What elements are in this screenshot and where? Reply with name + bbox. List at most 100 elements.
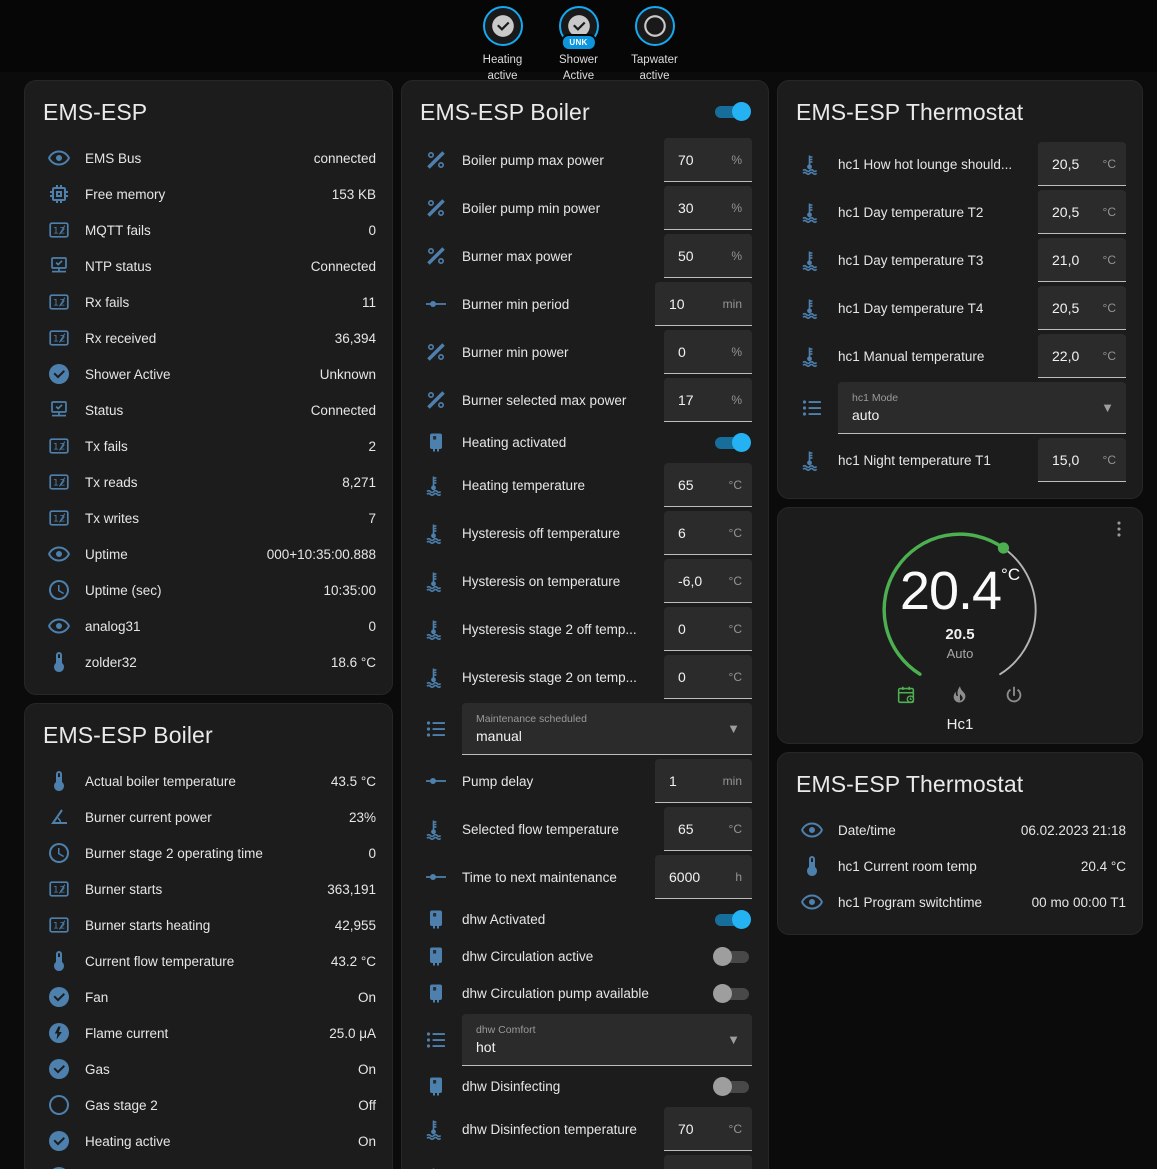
number-input[interactable]: 70%	[664, 138, 752, 182]
boiler-icon	[424, 945, 448, 969]
entity-row[interactable]: hc1 Program switchtime00 mo 00:00 T1	[794, 884, 1126, 920]
network-icon	[47, 254, 71, 278]
number-input[interactable]: 1min	[655, 759, 752, 803]
toggle-switch[interactable]	[712, 983, 752, 1004]
select-input[interactable]: Maintenance scheduledmanual▼	[462, 703, 752, 755]
column-right: EMS-ESP Thermostat hc1 How hot lounge sh…	[777, 80, 1143, 935]
entity-row[interactable]: Heating activeOn	[41, 1123, 376, 1159]
entity-row[interactable]: Gas stage 2Off	[41, 1087, 376, 1123]
select-label: hc1 Mode	[852, 392, 1101, 404]
current-temperature: 20.4°C	[900, 564, 1020, 618]
number-input[interactable]: 6000h	[655, 855, 752, 899]
number-input[interactable]: 10min	[655, 282, 752, 326]
svg-text:2: 2	[60, 922, 66, 932]
eye-icon	[800, 818, 824, 842]
entity-value: Off	[358, 1098, 376, 1113]
card-header-toggle[interactable]	[712, 101, 752, 122]
badge-tapwater-active[interactable]: Tapwateractive	[622, 6, 688, 84]
entity-row[interactable]: Actual boiler temperature43.5 °C	[41, 763, 376, 799]
coolant-icon	[424, 473, 448, 497]
slider-icon	[424, 769, 448, 793]
coolant-icon	[800, 152, 824, 176]
entity-row[interactable]: EMS Busconnected	[41, 140, 376, 176]
toggle-switch[interactable]	[712, 432, 752, 453]
entity-row: Burner max power50%	[418, 232, 752, 280]
number-input[interactable]: 17%	[664, 378, 752, 422]
coolant-icon	[800, 448, 824, 472]
entity-row: Heating activated	[418, 424, 752, 461]
number-input[interactable]: 30%	[664, 186, 752, 230]
entity-row[interactable]: 12Rx received36,394	[41, 320, 376, 356]
entity-row[interactable]: 12Tx reads8,271	[41, 464, 376, 500]
entity-row[interactable]: Burner current power23%	[41, 799, 376, 835]
number-input[interactable]: 0%	[664, 330, 752, 374]
number-input[interactable]: 20,5°C	[1038, 142, 1126, 186]
coolant-icon	[424, 617, 448, 641]
toggle-switch[interactable]	[712, 946, 752, 967]
select-value: manual	[476, 728, 727, 744]
select-input[interactable]: dhw Comforthot▼	[462, 1014, 752, 1066]
entity-value: 0	[368, 223, 376, 238]
boiler-icon	[424, 431, 448, 455]
counter-icon: 12	[47, 470, 71, 494]
entity-row[interactable]: hc1 Current room temp20.4 °C	[794, 848, 1126, 884]
entity-row[interactable]: GasOn	[41, 1051, 376, 1087]
toggle-switch[interactable]	[712, 1076, 752, 1097]
entity-row[interactable]: Date/time06.02.2023 21:18	[794, 812, 1126, 848]
entity-row[interactable]: Current flow temperature43.2 °C	[41, 943, 376, 979]
number-value: 65	[678, 477, 694, 493]
card-title: EMS-ESP Boiler	[420, 99, 590, 126]
entity-row: hc1 Day temperature T220,5°C	[794, 188, 1126, 236]
number-input[interactable]: -6,0°C	[664, 559, 752, 603]
number-input[interactable]: 15,0°C	[1038, 438, 1126, 482]
entity-row[interactable]: Heating pumpOn	[41, 1159, 376, 1169]
entity-row[interactable]: FanOn	[41, 979, 376, 1015]
coolant-icon	[424, 569, 448, 593]
check-circle-icon	[47, 985, 71, 1009]
number-input[interactable]: 0°C	[664, 655, 752, 699]
entity-row[interactable]: 12Burner starts heating42,955	[41, 907, 376, 943]
number-input[interactable]: 20,5°C	[1038, 286, 1126, 330]
entity-row[interactable]: analog310	[41, 608, 376, 644]
number-input[interactable]: 70°C	[664, 1107, 752, 1151]
entity-row[interactable]: Burner stage 2 operating time0	[41, 835, 376, 871]
entity-row: Heating temperature65°C	[418, 461, 752, 509]
select-input[interactable]: hc1 Modeauto▼	[838, 382, 1126, 434]
number-value: 0	[678, 621, 686, 637]
entity-value: 18.6 °C	[331, 655, 376, 670]
entity-row[interactable]: 12Tx writes7	[41, 500, 376, 536]
toggle-switch[interactable]	[712, 909, 752, 930]
number-input[interactable]: 22,0°C	[1038, 334, 1126, 378]
number-input[interactable]: 65°C	[664, 463, 752, 507]
entity-row[interactable]: NTP statusConnected	[41, 248, 376, 284]
entity-row[interactable]: Shower ActiveUnknown	[41, 356, 376, 392]
entity-row[interactable]: Flame current25.0 μA	[41, 1015, 376, 1051]
entity-row[interactable]: Free memory153 KB	[41, 176, 376, 212]
entity-row[interactable]: 12MQTT fails0	[41, 212, 376, 248]
chevron-down-icon: ▼	[727, 721, 740, 736]
chip-icon	[47, 182, 71, 206]
number-input[interactable]: 0°C	[664, 607, 752, 651]
number-input[interactable]: 21,0°C	[1038, 238, 1126, 282]
entity-row[interactable]: StatusConnected	[41, 392, 376, 428]
badge-heating-active[interactable]: Heatingactive	[470, 6, 536, 84]
badge-shower-active[interactable]: UNKShowerActive	[546, 6, 612, 84]
number-input[interactable]: 20,5°C	[1038, 190, 1126, 234]
entity-row[interactable]: 12Rx fails11	[41, 284, 376, 320]
entity-row[interactable]: Uptime000+10:35:00.888	[41, 536, 376, 572]
entity-value: Connected	[311, 259, 376, 274]
number-input[interactable]: 40°C	[664, 1155, 752, 1169]
number-input[interactable]: 65°C	[664, 807, 752, 851]
entity-value: 10:35:00	[323, 583, 376, 598]
card-title: EMS-ESP Boiler	[43, 722, 376, 749]
more-menu-icon[interactable]	[1108, 518, 1130, 540]
entity-label: Hysteresis stage 2 off temp...	[462, 622, 650, 637]
number-input[interactable]: 50%	[664, 234, 752, 278]
thermostat-dial[interactable]: 20.4°C 20.5 Auto	[874, 524, 1046, 696]
number-input[interactable]: 6°C	[664, 511, 752, 555]
entity-label: Boiler pump max power	[462, 153, 650, 168]
entity-row[interactable]: zolder3218.6 °C	[41, 644, 376, 680]
entity-row[interactable]: Uptime (sec)10:35:00	[41, 572, 376, 608]
entity-row[interactable]: 12Burner starts363,191	[41, 871, 376, 907]
entity-row[interactable]: 12Tx fails2	[41, 428, 376, 464]
